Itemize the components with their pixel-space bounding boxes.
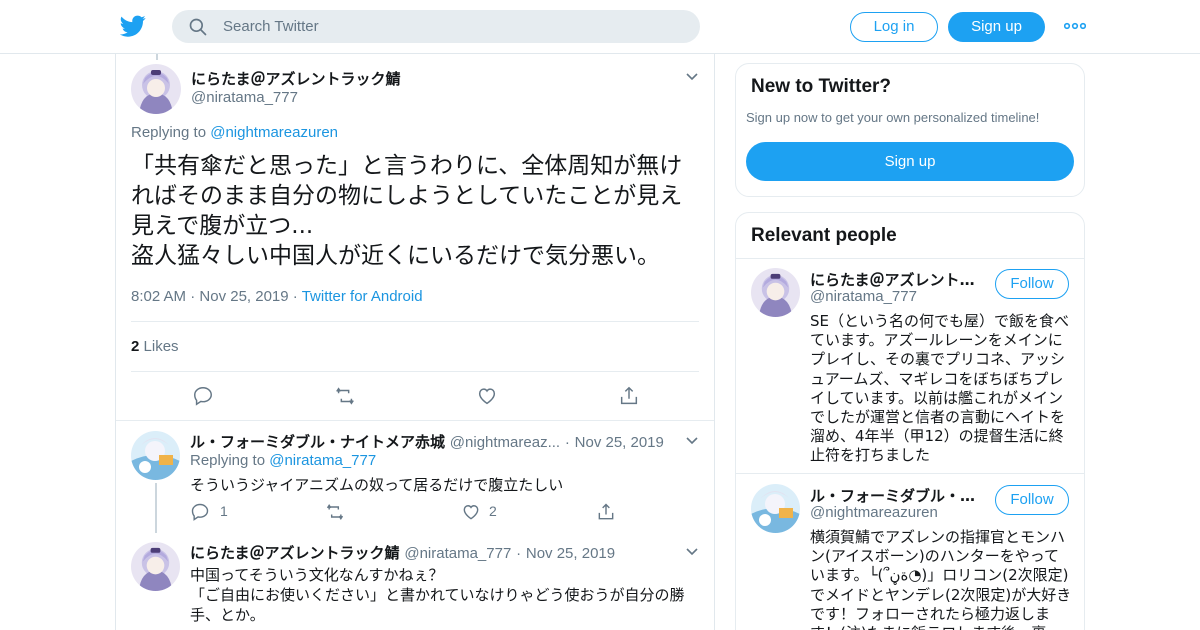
share-icon[interactable] [596, 502, 616, 522]
share-icon[interactable] [618, 385, 640, 407]
search-icon [189, 18, 207, 36]
tweet-time[interactable]: 8:02 AM [131, 288, 186, 305]
avatar[interactable] [131, 431, 180, 480]
search-input[interactable]: Search Twitter [223, 18, 319, 35]
divider [116, 420, 714, 421]
retweet-icon[interactable] [325, 502, 345, 522]
replying-to-link[interactable]: @nightmareazuren [210, 124, 338, 141]
author-handle[interactable]: @niratama_777 [404, 545, 511, 562]
tweet-meta: 8:02 AM · Nov 25, 2019 · Twitter for And… [131, 288, 423, 305]
follow-button[interactable]: Follow [995, 269, 1069, 299]
person-handle[interactable]: @nightmareazuren [810, 504, 938, 521]
reply-icon[interactable] [190, 502, 210, 522]
search-bar[interactable]: Search Twitter [172, 10, 700, 43]
tweet-source[interactable]: Twitter for Android [302, 288, 423, 305]
avatar-image [131, 64, 181, 114]
reply-date[interactable]: Nov 25, 2019 [575, 434, 664, 451]
reply-icon[interactable] [192, 385, 214, 407]
relevant-people-card: Relevant people にらたま＠アズレントラック鯖 @niratama… [735, 212, 1085, 630]
heart-icon[interactable] [476, 385, 498, 407]
author-name[interactable]: にらたま＠アズレントラック鯖 [190, 544, 400, 562]
person-bio: SE（という名の何でも屋）で飯を食べています。アズールレーンをメインにプレイし、… [810, 312, 1070, 465]
separator-dot: · [516, 545, 522, 562]
avatar[interactable] [751, 484, 800, 533]
signup-button[interactable]: Sign up [948, 12, 1045, 42]
like-count: 2 [489, 503, 497, 519]
replying-to: Replying to @niratama_777 [190, 452, 376, 469]
tweet-date[interactable]: Nov 25, 2019 [199, 288, 288, 305]
chevron-down-icon[interactable] [685, 436, 699, 446]
divider [131, 321, 699, 322]
login-button[interactable]: Log in [850, 12, 938, 42]
reply-text: 中国ってそういう文化なんすかねぇ？ 「ご自由にお使いください」と書かれていなけりゃ… [190, 566, 685, 624]
reply-date[interactable]: Nov 25, 2019 [526, 545, 615, 562]
avatar-image [131, 431, 180, 480]
reply-text: そういうジャイアニズムの奴って居るだけで腹立たしい [190, 476, 564, 494]
replying-to-label: Replying to [131, 124, 211, 141]
author-name[interactable]: ル・フォーミダブル・ナイトメア赤城 [190, 433, 445, 451]
likes-label: Likes [143, 338, 179, 355]
new-to-twitter-card: New to Twitter? Sign up now to get your … [735, 63, 1085, 197]
chevron-down-icon[interactable] [685, 72, 699, 82]
thread-line [155, 483, 157, 533]
twitter-bird-icon[interactable] [120, 13, 146, 39]
author-handle[interactable]: @niratama_777 [191, 89, 298, 106]
author-name[interactable]: にらたま＠アズレントラック鯖 [191, 68, 401, 89]
tweet-text: 「共有傘だと思った」と言うわりに、全体周知が無ければそのまま自分の物にしようとし… [131, 153, 683, 269]
reply-count: 1 [220, 503, 228, 519]
card-title: New to Twitter? [751, 76, 892, 97]
card-title: Relevant people [751, 225, 897, 246]
follow-button[interactable]: Follow [995, 485, 1069, 515]
chevron-down-icon[interactable] [685, 547, 699, 557]
person-name[interactable]: ル・フォーミダブル・ナイトメア赤城 [810, 485, 982, 506]
replying-to: Replying to @nightmareazuren [131, 124, 338, 141]
person-handle[interactable]: @niratama_777 [810, 288, 917, 305]
top-bar: Search Twitter Log in Sign up [0, 0, 1200, 54]
signup-button[interactable]: Sign up [746, 142, 1074, 181]
avatar-image [751, 484, 800, 533]
avatar[interactable] [131, 542, 180, 591]
avatar-image [751, 268, 800, 317]
reply-header: ル・フォーミダブル・ナイトメア赤城 @nightmareaz... · Nov … [190, 431, 664, 452]
avatar[interactable] [131, 64, 181, 114]
more-icon[interactable] [1064, 20, 1086, 32]
timeline-column: にらたま＠アズレントラック鯖 @niratama_777 Replying to… [115, 54, 715, 630]
separator-dot: · [564, 434, 570, 451]
heart-icon[interactable] [461, 502, 481, 522]
avatar[interactable] [751, 268, 800, 317]
replying-to-label: Replying to [190, 452, 270, 469]
divider [131, 371, 699, 372]
author-handle[interactable]: @nightmareaz... [450, 434, 560, 451]
likes-count[interactable]: 2 Likes [131, 338, 179, 355]
divider [736, 258, 1084, 259]
thread-line [156, 54, 158, 60]
reply-header: にらたま＠アズレントラック鯖 @niratama_777 · Nov 25, 2… [190, 542, 615, 563]
retweet-icon[interactable] [334, 385, 356, 407]
replying-to-link[interactable]: @niratama_777 [269, 452, 376, 469]
person-name[interactable]: にらたま＠アズレントラック鯖 [810, 269, 982, 290]
likes-number: 2 [131, 338, 140, 355]
card-subtitle: Sign up now to get your own personalized… [746, 110, 1040, 125]
avatar-image [131, 542, 180, 591]
divider [736, 473, 1084, 474]
person-bio: 横須賀鯖でアズレンの指揮官とモンハン(アイスボーン)のハンターをやっています。└… [810, 528, 1072, 630]
